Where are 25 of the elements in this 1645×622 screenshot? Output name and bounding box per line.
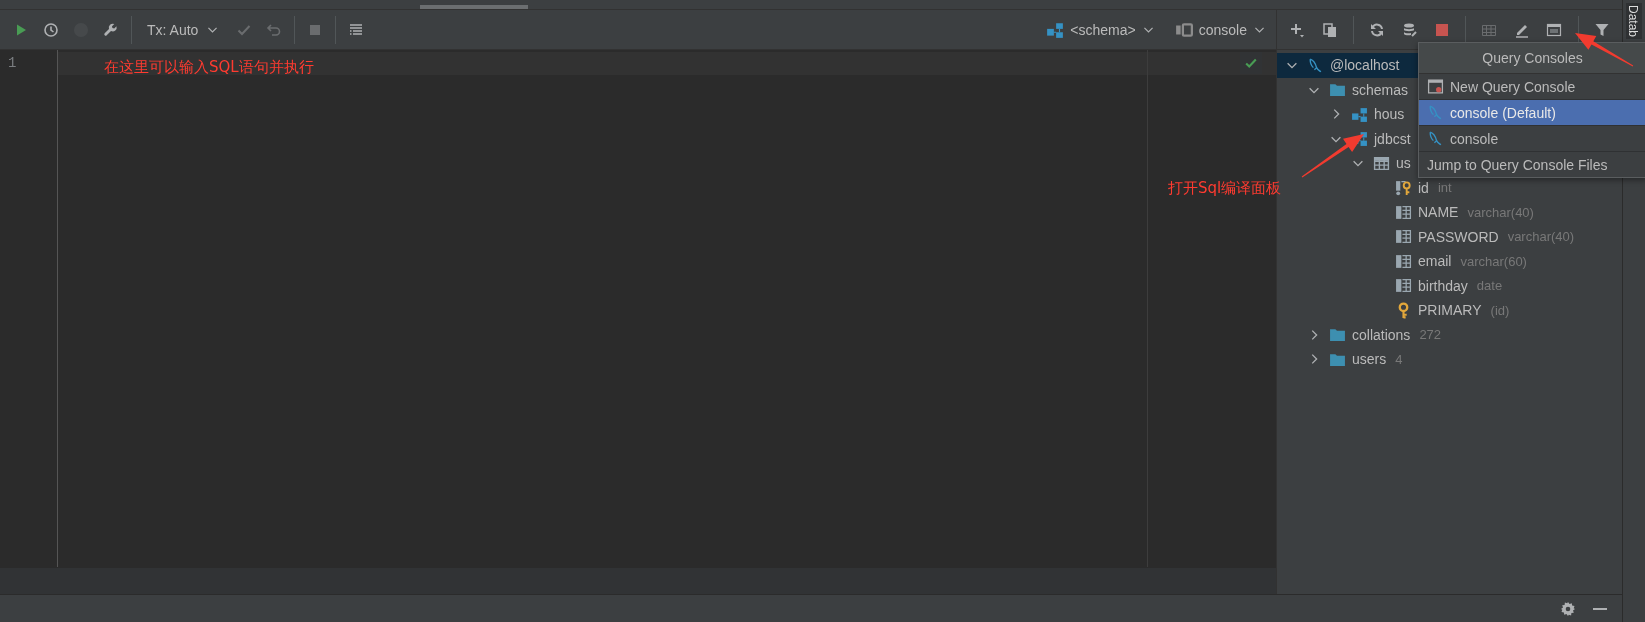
node-detail: (id): [1490, 302, 1510, 318]
node-label: jdbcst: [1374, 130, 1411, 147]
annotation-text: 打开Sql编译面板: [1168, 179, 1282, 198]
node-label: users: [1352, 351, 1387, 368]
node-label: id: [1418, 179, 1429, 196]
node-detail: 272: [1419, 327, 1442, 343]
node-label: NAME: [1418, 204, 1459, 221]
node-label: PRIMARY: [1418, 302, 1482, 319]
annotation-text: 在这里可以输入SQL语句并执行: [104, 58, 314, 77]
node-detail: 4: [1395, 351, 1403, 367]
node-detail: int: [1437, 180, 1452, 196]
node-label: schemas: [1352, 81, 1409, 98]
node-label: @localhost: [1330, 57, 1400, 74]
line-number: 1: [7, 54, 18, 73]
node-label: birthday: [1418, 277, 1468, 294]
node-detail: varchar(40): [1507, 229, 1575, 245]
node-label: PASSWORD: [1418, 228, 1499, 245]
node-label: email: [1418, 253, 1452, 270]
node-detail: varchar(60): [1460, 253, 1527, 269]
node-label: collations: [1352, 326, 1411, 343]
node-detail: varchar(40): [1467, 204, 1534, 220]
node-label: hous: [1374, 106, 1405, 123]
node-detail: date: [1476, 278, 1503, 294]
node-label: us: [1396, 155, 1411, 172]
popup-title: Query Consoles: [1419, 43, 1645, 74]
